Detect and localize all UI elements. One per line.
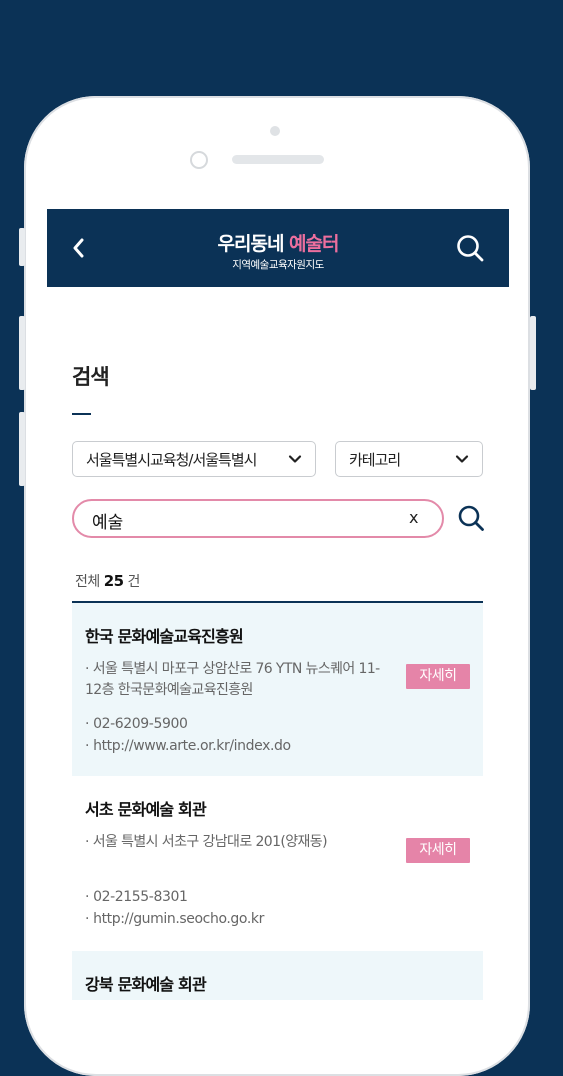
result-name: 서초 문화예술 회관: [85, 800, 207, 819]
app-logo: 우리동네 예술터 지역예술교육자원지도: [47, 229, 509, 272]
phone-side-button: [19, 316, 25, 390]
logo-main-text: 우리동네: [217, 233, 290, 255]
chevron-down-icon: [288, 455, 302, 463]
phone-side-button: [19, 412, 25, 486]
result-address: · 서울 특별시 마포구 상암산로 76 YTN 뉴스퀘어 11-12층 한국문…: [85, 661, 380, 698]
chevron-down-icon: [455, 455, 469, 463]
category-select[interactable]: 카테고리: [335, 441, 483, 477]
search-input[interactable]: [90, 507, 394, 533]
result-url[interactable]: · http://www.arte.or.kr/index.do: [85, 735, 483, 757]
detail-button[interactable]: 자세히: [406, 664, 470, 689]
phone-camera: [190, 151, 208, 169]
result-count-prefix: 전체: [75, 574, 104, 590]
search-icon[interactable]: [457, 504, 485, 532]
result-card[interactable]: 서초 문화예술 회관 · 서울 특별시 서초구 강남대로 201(양재동) · …: [72, 776, 483, 949]
result-phone: · 02-6209-5900: [85, 716, 188, 732]
region-select[interactable]: 서울특별시교육청/서울특별시: [72, 441, 316, 477]
result-card[interactable]: 한국 문화예술교육진흥원 · 서울 특별시 마포구 상암산로 76 YTN 뉴스…: [72, 603, 483, 776]
phone-side-button: [530, 316, 536, 390]
search-box: x: [72, 499, 444, 538]
title-underline: [72, 413, 91, 415]
result-count: 전체 25 건: [75, 571, 140, 591]
detail-button[interactable]: 자세히: [406, 838, 470, 863]
logo-subtitle: 지역예술교육자원지도: [232, 259, 324, 271]
phone-sensor: [270, 126, 280, 136]
app-screen: 우리동네 예술터 지역예술교육자원지도 검색 서울특별시교육청/서울특별시 카테…: [47, 209, 509, 1000]
phone-speaker: [232, 155, 324, 164]
app-header: 우리동네 예술터 지역예술교육자원지도: [47, 209, 509, 287]
result-url[interactable]: · http://gumin.seocho.go.kr: [85, 908, 483, 930]
page-title: 검색: [72, 365, 110, 389]
result-phone: · 02-2155-8301: [85, 889, 188, 905]
logo-accent-text: 예술터: [289, 233, 339, 255]
phone-side-button: [19, 228, 25, 266]
result-name: 강북 문화예술 회관: [85, 975, 207, 994]
region-select-value: 서울특별시교육청/서울특별시: [86, 450, 257, 469]
result-name: 한국 문화예술교육진흥원: [85, 627, 244, 646]
result-card[interactable]: 강북 문화예술 회관: [72, 951, 483, 1000]
clear-search-button[interactable]: x: [409, 508, 418, 527]
result-count-number: 25: [103, 572, 124, 590]
result-count-suffix: 건: [123, 574, 141, 590]
search-icon[interactable]: [455, 233, 485, 263]
category-select-value: 카테고리: [349, 450, 401, 469]
result-address: · 서울 특별시 서초구 강남대로 201(양재동): [85, 834, 328, 850]
